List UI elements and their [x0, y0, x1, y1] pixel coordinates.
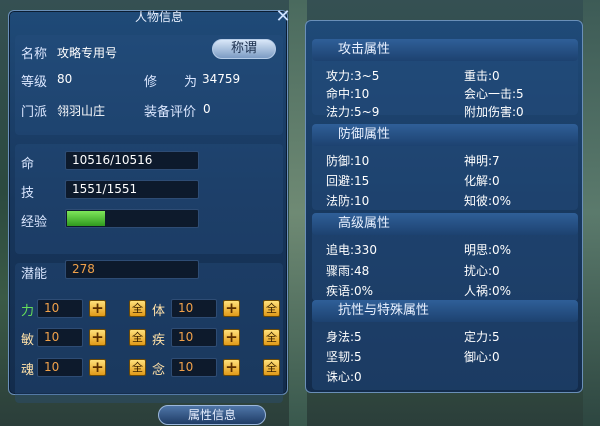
- advanced-header: 高级属性: [312, 213, 578, 235]
- stat-item: 法防:10: [326, 194, 370, 208]
- name-label: 名称: [21, 47, 48, 62]
- sect-label: 门派: [21, 105, 48, 120]
- attribute-detail-panel: 攻击属性 攻力:3~5 重击:0 命中:10 会心一击:5 法力:5~9 附加伤…: [305, 20, 583, 393]
- stat-item: 疾语:0%: [326, 284, 374, 298]
- attr-field-agility: 10: [37, 328, 83, 347]
- attribute-info-tab[interactable]: 属性信息: [158, 405, 266, 425]
- stat-item: 明思:0%: [464, 243, 512, 257]
- stat-item: 身法:5: [326, 330, 362, 344]
- window-title: 人物信息: [134, 10, 183, 24]
- stat-item: 知彼:0%: [464, 194, 512, 208]
- skill-label: 技: [21, 186, 35, 201]
- equip-rating-label: 装备评价: [144, 105, 197, 120]
- plus-button[interactable]: +: [223, 329, 240, 346]
- stat-item: 诛心:0: [326, 370, 362, 384]
- stat-item: 追电:330: [326, 243, 377, 257]
- close-icon[interactable]: ✕: [273, 8, 293, 27]
- cultivation-label-2: 为: [184, 75, 198, 90]
- all-button[interactable]: 全: [263, 329, 280, 346]
- hp-field: 10516/10516: [65, 151, 199, 170]
- all-button[interactable]: 全: [129, 329, 146, 346]
- hp-label: 命: [21, 157, 35, 172]
- exp-bar-fill: [67, 211, 105, 226]
- title-button[interactable]: 称谓: [212, 39, 276, 59]
- stat-item: 攻力:3~5: [326, 69, 380, 83]
- character-info-panel: 人物信息 ✕ 名称 攻略专用号 称谓 等级 80 修 为 34759 门派 翎羽…: [8, 8, 291, 403]
- defense-header: 防御属性: [312, 124, 578, 146]
- name-value: 攻略专用号: [57, 46, 118, 60]
- skill-value: 1551/1551: [72, 182, 138, 196]
- plus-button[interactable]: +: [89, 329, 106, 346]
- attr-field-speed: 10: [171, 328, 217, 347]
- sect-value: 翎羽山庄: [57, 104, 106, 118]
- stat-item: 化解:0: [464, 174, 500, 188]
- potential-field: 278: [65, 260, 199, 279]
- attr-field-mind: 10: [171, 358, 217, 377]
- hp-value: 10516/10516: [72, 153, 153, 167]
- potential-value: 278: [72, 262, 95, 276]
- stat-item: 御心:0: [464, 350, 500, 364]
- attr-value-agility: 10: [44, 330, 60, 344]
- stat-item: 扰心:0: [464, 264, 500, 278]
- stat-item: 神明:7: [464, 154, 500, 168]
- stat-item: 重击:0: [464, 69, 500, 83]
- attr-label-agility: 敏: [21, 333, 35, 348]
- stat-item: 会心一击:5: [464, 87, 524, 101]
- attr-value-physique: 10: [178, 301, 194, 315]
- plus-button[interactable]: +: [89, 300, 106, 317]
- resist-header: 抗性与特殊属性: [312, 300, 578, 322]
- stat-item: 法力:5~9: [326, 105, 380, 119]
- stat-item: 坚韧:5: [326, 350, 362, 364]
- attr-value-soul: 10: [44, 360, 60, 374]
- level-value: 80: [57, 72, 73, 86]
- stat-item: 回避:15: [326, 174, 370, 188]
- plus-button[interactable]: +: [89, 359, 106, 376]
- cultivation-value: 34759: [202, 72, 241, 86]
- exp-bar: [65, 209, 199, 228]
- stat-item: 人祸:0%: [464, 284, 512, 298]
- attr-label-speed: 疾: [152, 333, 166, 348]
- all-button[interactable]: 全: [129, 359, 146, 376]
- stat-item: 骤雨:48: [326, 264, 370, 278]
- attr-label-mind: 念: [152, 363, 166, 378]
- potential-label: 潜能: [21, 267, 48, 282]
- scenery-strip-right: [583, 0, 600, 426]
- skill-field: 1551/1551: [65, 180, 199, 199]
- attr-field-strength: 10: [37, 299, 83, 318]
- attack-header: 攻击属性: [312, 39, 578, 61]
- attr-value-speed: 10: [178, 330, 194, 344]
- stat-item: 命中:10: [326, 87, 370, 101]
- stat-item: 附加伤害:0: [464, 105, 524, 119]
- attr-field-soul: 10: [37, 358, 83, 377]
- exp-label: 经验: [21, 215, 48, 230]
- plus-button[interactable]: +: [223, 359, 240, 376]
- attr-label-soul: 魂: [21, 363, 35, 378]
- all-button[interactable]: 全: [129, 300, 146, 317]
- cultivation-label-1: 修: [144, 75, 158, 90]
- attr-value-strength: 10: [44, 301, 60, 315]
- equip-rating-value: 0: [203, 102, 211, 116]
- all-button[interactable]: 全: [263, 359, 280, 376]
- attr-label-strength: 力: [21, 304, 35, 319]
- stat-item: 防御:10: [326, 154, 370, 168]
- plus-button[interactable]: +: [223, 300, 240, 317]
- attr-value-mind: 10: [178, 360, 194, 374]
- attr-field-physique: 10: [171, 299, 217, 318]
- stat-item: 定力:5: [464, 330, 500, 344]
- attr-label-physique: 体: [152, 304, 166, 319]
- level-label: 等级: [21, 75, 48, 90]
- all-button[interactable]: 全: [263, 300, 280, 317]
